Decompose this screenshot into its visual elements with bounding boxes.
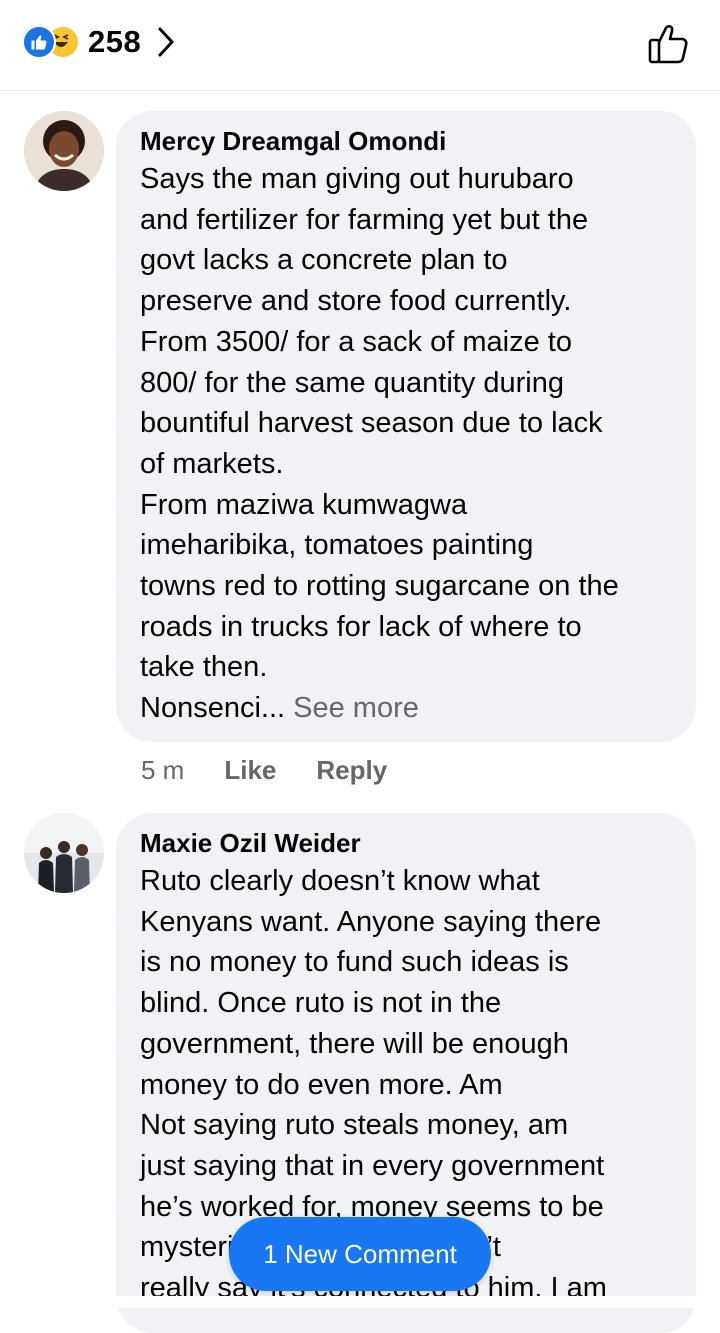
like-button[interactable]: Like: [224, 755, 276, 786]
comment-author[interactable]: Maxie Ozil Weider: [140, 827, 672, 859]
see-more-link[interactable]: See more: [285, 692, 419, 724]
reactions-header: 258: [0, 0, 720, 91]
reactions-summary[interactable]: 258: [22, 22, 175, 62]
comment-body: Says the man giving out hurubaro and fer…: [140, 163, 619, 725]
comment-text: Says the man giving out hurubaro and fer…: [140, 159, 672, 729]
avatar[interactable]: [24, 111, 104, 191]
like-reaction-icon: [22, 25, 56, 59]
thumbs-up-outline-icon[interactable]: [646, 22, 690, 66]
chevron-right-icon[interactable]: [157, 26, 175, 58]
reaction-count: 258: [88, 24, 142, 59]
new-comment-button[interactable]: 1 New Comment: [229, 1217, 491, 1291]
avatar[interactable]: [24, 813, 104, 893]
bottom-edge: [0, 1296, 720, 1308]
comment-actions: 5 m Like Reply: [141, 755, 427, 786]
comment-timestamp[interactable]: 5 m: [141, 755, 184, 786]
comment-author[interactable]: Mercy Dreamgal Omondi: [140, 125, 672, 157]
reply-button[interactable]: Reply: [316, 755, 387, 786]
comment-bubble[interactable]: Mercy Dreamgal Omondi Says the man givin…: [116, 111, 696, 742]
